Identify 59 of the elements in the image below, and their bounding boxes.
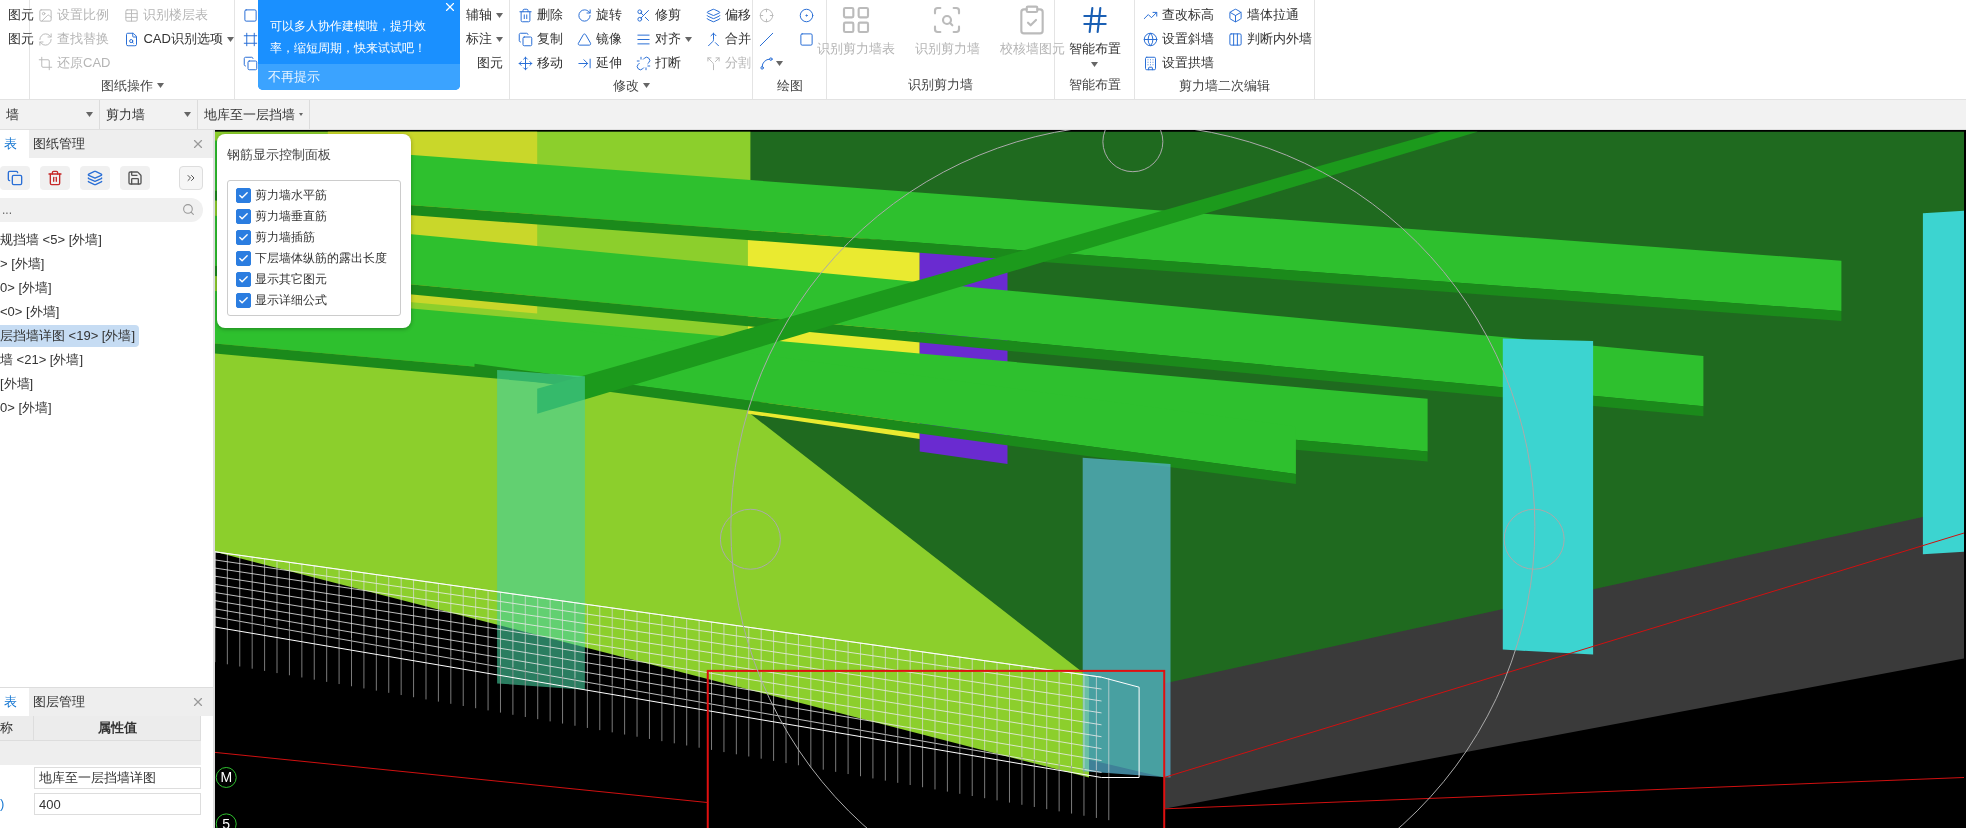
tip-message: 可以多人协作建模啦，提升效率，缩短周期，快来试试吧！ bbox=[270, 19, 427, 56]
ribbon-button[interactable]: 智能布置 bbox=[1068, 4, 1121, 67]
tree-item[interactable]: 0> [外墙] bbox=[0, 397, 56, 419]
ribbon-button[interactable]: 图元 bbox=[6, 4, 36, 26]
ribbon-button[interactable]: 复制 bbox=[516, 28, 565, 50]
tree-item[interactable]: <0> [外墙] bbox=[0, 301, 64, 323]
ribbon-button[interactable]: 图元 bbox=[477, 52, 503, 74]
tree-item[interactable]: > [外墙] bbox=[0, 253, 49, 275]
group-title: 识别剪力墙 bbox=[908, 76, 973, 94]
checkbox-label: 剪力墙水平筋 bbox=[255, 187, 327, 204]
column-header: 属性值 bbox=[34, 716, 201, 741]
ribbon-button[interactable]: 修剪 bbox=[634, 4, 694, 26]
ribbon-button[interactable]: 设置斜墙 bbox=[1141, 28, 1216, 50]
ribbon-button[interactable]: 对齐 bbox=[634, 28, 694, 50]
checkbox-label: 显示其它图元 bbox=[255, 271, 327, 288]
axis-label: M bbox=[220, 769, 233, 786]
group-title: 绘图 bbox=[776, 76, 803, 95]
ribbon-button[interactable]: 合并 bbox=[704, 28, 753, 50]
ribbon-button[interactable]: 删除 bbox=[516, 4, 565, 26]
ribbon-button[interactable]: 辅轴 bbox=[466, 4, 503, 26]
panel-title: 钢筋显示控制面板 bbox=[227, 146, 332, 164]
column-header: 称 bbox=[0, 716, 34, 741]
group-title: 智能布置 bbox=[1068, 76, 1121, 94]
tree-item[interactable]: 墙 <21> [外墙] bbox=[0, 349, 88, 371]
property-value-field[interactable]: 400 bbox=[34, 793, 201, 815]
dropdown-selector[interactable]: 墙 bbox=[0, 100, 100, 129]
ribbon-button[interactable]: 移动 bbox=[516, 52, 565, 74]
checkbox-label: 显示详细公式 bbox=[255, 292, 327, 309]
ribbon-button[interactable]: 标注 bbox=[466, 28, 503, 50]
dropdown-selector[interactable]: 地库至一层挡墙 bbox=[198, 100, 310, 129]
checkbox-label: 下层墙体纵筋的露出长度 bbox=[255, 250, 387, 267]
tree-item[interactable]: 规挡墙 <5> [外墙] bbox=[0, 229, 106, 251]
tree-item[interactable]: [外墙] bbox=[0, 373, 38, 395]
checkbox-label: 剪力墙垂直筋 bbox=[255, 208, 327, 225]
group-title: 修改 bbox=[612, 76, 639, 95]
ribbon-button[interactable]: 设置拱墙 bbox=[1141, 52, 1216, 74]
ribbon-button[interactable]: 延伸 bbox=[575, 52, 624, 74]
tree-item[interactable]: 层挡墙详图 <19> [外墙] bbox=[0, 325, 140, 347]
ribbon-button[interactable]: 判断内外墙 bbox=[1226, 28, 1314, 50]
panel-tab[interactable]: 表 bbox=[0, 130, 29, 158]
ribbon-button[interactable]: 墙体拉通 bbox=[1226, 4, 1314, 26]
checkbox-label: 剪力墙插筋 bbox=[255, 229, 315, 246]
ribbon-button[interactable]: 镜像 bbox=[575, 28, 624, 50]
ribbon-button[interactable]: 查改标高 bbox=[1141, 4, 1216, 26]
tree-item[interactable]: 0> [外墙] bbox=[0, 277, 56, 299]
property-value-field[interactable]: 地库至一层挡墙详图 bbox=[34, 767, 201, 789]
ribbon-button[interactable]: 打断 bbox=[634, 52, 694, 74]
group-title: 剪力墙二次编辑 bbox=[1179, 76, 1270, 95]
panel-tab[interactable]: 图层管理 bbox=[29, 688, 97, 716]
dropdown-selector[interactable]: 剪力墙 bbox=[100, 100, 198, 129]
ribbon-button[interactable]: 偏移 bbox=[704, 4, 753, 26]
panel-tab[interactable]: 图纸管理 bbox=[29, 130, 97, 158]
ribbon-button[interactable]: 旋转 bbox=[575, 4, 624, 26]
ribbon-button[interactable]: 图元 bbox=[6, 28, 36, 50]
ribbon-button[interactable]: CAD识别选项 bbox=[122, 28, 236, 50]
search-field[interactable]: ... bbox=[0, 198, 203, 222]
property-name: ) bbox=[0, 795, 5, 811]
group-title: 图纸操作 bbox=[100, 76, 153, 95]
panel-tab[interactable]: 表 bbox=[0, 688, 29, 716]
